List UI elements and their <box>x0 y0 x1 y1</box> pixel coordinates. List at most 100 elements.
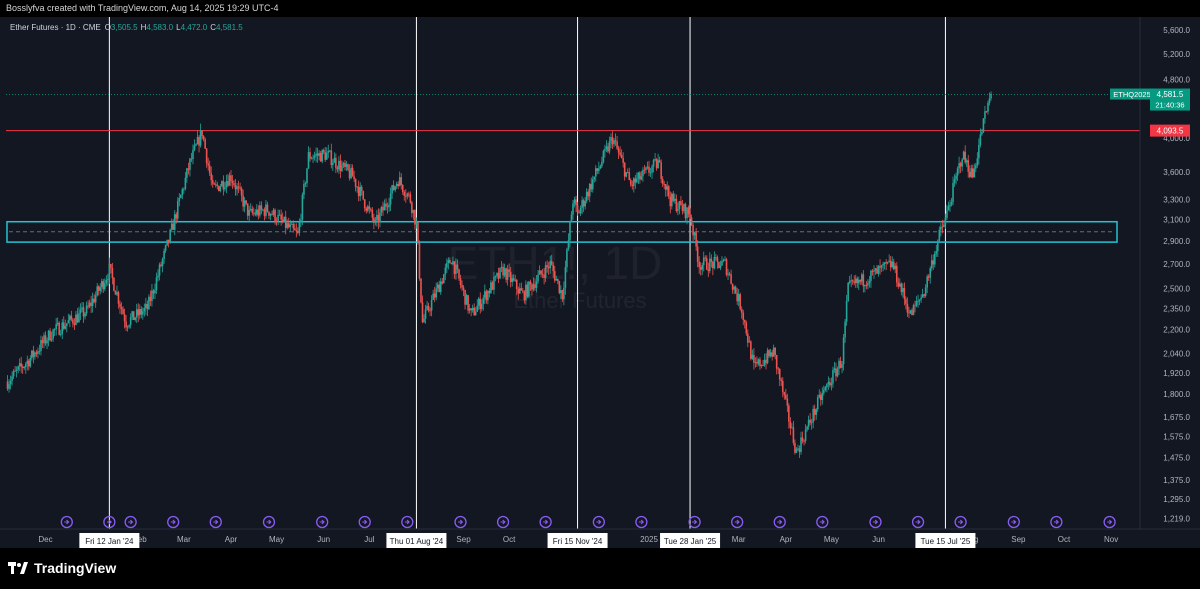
candle-body <box>648 166 650 173</box>
candle-body <box>14 370 16 372</box>
y-tick-label: 2,700.0 <box>1163 260 1190 269</box>
candle-body <box>620 155 623 159</box>
candle-body <box>593 176 596 180</box>
candle-body <box>854 278 857 283</box>
x-tick-label: May <box>269 535 284 544</box>
candle-body <box>947 206 950 211</box>
candle-body <box>172 223 175 230</box>
candle-body <box>941 226 944 228</box>
candle-body <box>441 281 444 284</box>
candle-body <box>956 168 959 176</box>
candle-body <box>426 305 428 310</box>
candle-body <box>444 267 447 275</box>
candle-body <box>658 160 661 163</box>
candle-body <box>245 200 247 204</box>
candle-body <box>596 168 599 171</box>
candle-body <box>579 207 582 214</box>
candle-body <box>224 187 226 190</box>
candle-body <box>804 429 807 441</box>
y-tick-label: 5,600.0 <box>1163 26 1190 35</box>
candle-body <box>754 362 757 363</box>
candle-body <box>342 162 345 166</box>
candle-body <box>467 295 469 311</box>
candle-body <box>373 217 375 223</box>
candle-body <box>526 284 529 297</box>
candle-body <box>17 366 19 370</box>
candle-body <box>493 276 495 290</box>
candlestick-chart[interactable]: ETH1!, 1D Ether Futures Dec Feb Mar Apr May J… <box>0 17 1200 548</box>
candle-body <box>775 354 778 369</box>
candle-body <box>683 204 685 212</box>
candle-body <box>34 352 36 357</box>
candle-body <box>737 294 740 302</box>
candle-body <box>400 177 403 185</box>
candle-body <box>807 419 810 427</box>
y-tick-label: 2,900.0 <box>1163 237 1190 246</box>
candle-body <box>435 288 437 298</box>
candle-body <box>842 337 845 365</box>
candle-body <box>867 283 869 286</box>
candle-body <box>464 289 466 305</box>
candle-body <box>968 171 971 177</box>
candle-body <box>506 269 509 280</box>
candle-body <box>815 409 818 415</box>
candle-body <box>412 210 415 214</box>
x-tick-label: Jun <box>872 535 885 544</box>
candle-body <box>588 183 591 197</box>
candle-body <box>774 347 776 355</box>
candle-body <box>617 148 620 153</box>
candle-body <box>225 181 228 188</box>
candle-body <box>988 98 991 103</box>
candle-body <box>573 199 576 204</box>
candle-body <box>739 294 742 310</box>
candle-body <box>330 150 333 165</box>
candle-body <box>81 307 83 310</box>
candle-body <box>158 264 161 276</box>
candle-body <box>438 284 441 293</box>
candle-body <box>313 155 316 158</box>
candle-body <box>97 286 100 291</box>
candle-body <box>844 321 846 338</box>
candle-body <box>450 263 453 265</box>
candle-body <box>474 311 477 316</box>
candle-body <box>813 408 816 415</box>
credit-bar: Bosslyfva created with TradingView.com, … <box>0 0 1200 17</box>
candle-body <box>47 330 50 341</box>
candle-body <box>132 311 135 320</box>
tradingview-logo[interactable]: TradingView <box>8 560 116 576</box>
candle-body <box>485 291 488 301</box>
candle-body <box>885 262 887 264</box>
candle-body <box>458 269 460 279</box>
candle-body <box>227 181 229 186</box>
candle-body <box>865 284 868 286</box>
candle-body <box>295 230 298 232</box>
candle-body <box>604 149 606 151</box>
y-tick-label: 1,675.0 <box>1163 413 1190 422</box>
candle-body <box>640 176 643 180</box>
candle-body <box>584 201 586 207</box>
candle-body <box>819 394 822 400</box>
candle-body <box>692 224 694 236</box>
candle-body <box>151 290 153 302</box>
candle-body <box>176 201 179 219</box>
candle-body <box>298 222 301 233</box>
y-tick-label: 3,100.0 <box>1163 216 1190 225</box>
candle-body <box>140 309 143 315</box>
candle-body <box>309 152 311 159</box>
candle-body <box>543 274 545 278</box>
candle-body <box>49 330 51 341</box>
candle-body <box>827 381 830 385</box>
candle-body <box>366 206 369 211</box>
candle-body <box>190 158 193 160</box>
candle-body <box>631 184 634 187</box>
candle-body <box>953 179 956 184</box>
candle-body <box>520 288 523 291</box>
candle-body <box>216 184 219 186</box>
candle-body <box>56 322 59 325</box>
candle-body <box>561 290 564 300</box>
candle-body <box>622 158 624 163</box>
candle-body <box>28 360 30 367</box>
candle-body <box>535 281 538 288</box>
candle-body <box>693 232 696 236</box>
candle-body <box>357 186 360 197</box>
